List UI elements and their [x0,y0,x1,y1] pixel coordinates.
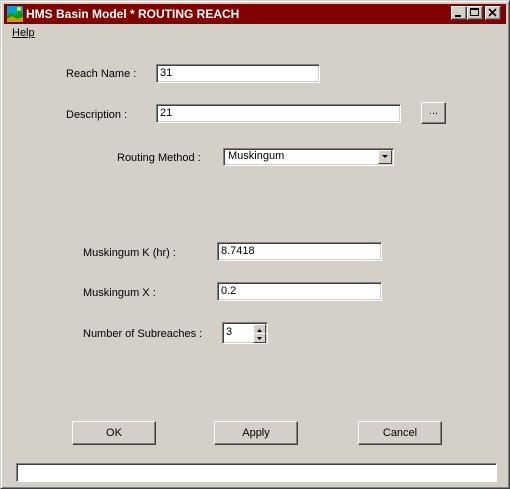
menu-help-label: Help [12,27,35,39]
maximize-icon [470,8,479,16]
muskingum-x-label: Muskingum X : [83,287,156,299]
routing-method-select[interactable]: Muskingum [223,148,394,166]
browse-button-label: ... [428,105,439,117]
arrow-down-icon [257,337,262,340]
subreaches-value: 3 [226,326,233,338]
close-button[interactable] [485,6,501,20]
cancel-button-label: Cancel [382,427,418,439]
hms-landscape-icon [7,6,23,22]
close-icon [488,8,497,17]
maximize-button[interactable] [467,6,483,20]
cancel-button[interactable]: Cancel [358,421,442,445]
chevron-down-icon [382,155,388,158]
menu-bar: Help [4,25,506,43]
subreaches-label: Number of Subreaches : [83,328,203,340]
window-title: HMS Basin Model * ROUTING REACH [26,7,240,21]
description-input[interactable]: 21 [156,104,401,123]
apply-button[interactable]: Apply [214,421,298,445]
menu-help[interactable]: Help [12,27,35,39]
routing-method-value: Muskingum [228,150,285,162]
routing-method-label: Routing Method : [117,152,201,164]
status-bar [16,463,497,482]
subreaches-stepper[interactable]: 3 [222,322,268,344]
spin-down-button[interactable] [253,333,266,343]
routing-reach-window: HMS Basin Model * ROUTING REACH Help Rea… [0,0,510,489]
ok-button-label: OK [106,427,122,439]
reach-name-input[interactable]: 31 [156,64,320,83]
title-bar[interactable]: HMS Basin Model * ROUTING REACH [4,4,506,24]
muskingum-x-input[interactable]: 0.2 [217,282,382,301]
muskingum-k-input[interactable]: 8.7418 [217,242,382,261]
reach-name-label: Reach Name : [66,68,137,80]
minimize-icon [455,15,461,17]
apply-button-label: Apply [242,427,270,439]
dropdown-button[interactable] [378,150,392,164]
muskingum-k-label: Muskingum K (hr) : [83,247,176,259]
browse-button[interactable]: ... [421,102,446,124]
description-label: Description : [66,109,128,121]
minimize-button[interactable] [451,6,467,20]
ok-button[interactable]: OK [72,421,156,445]
